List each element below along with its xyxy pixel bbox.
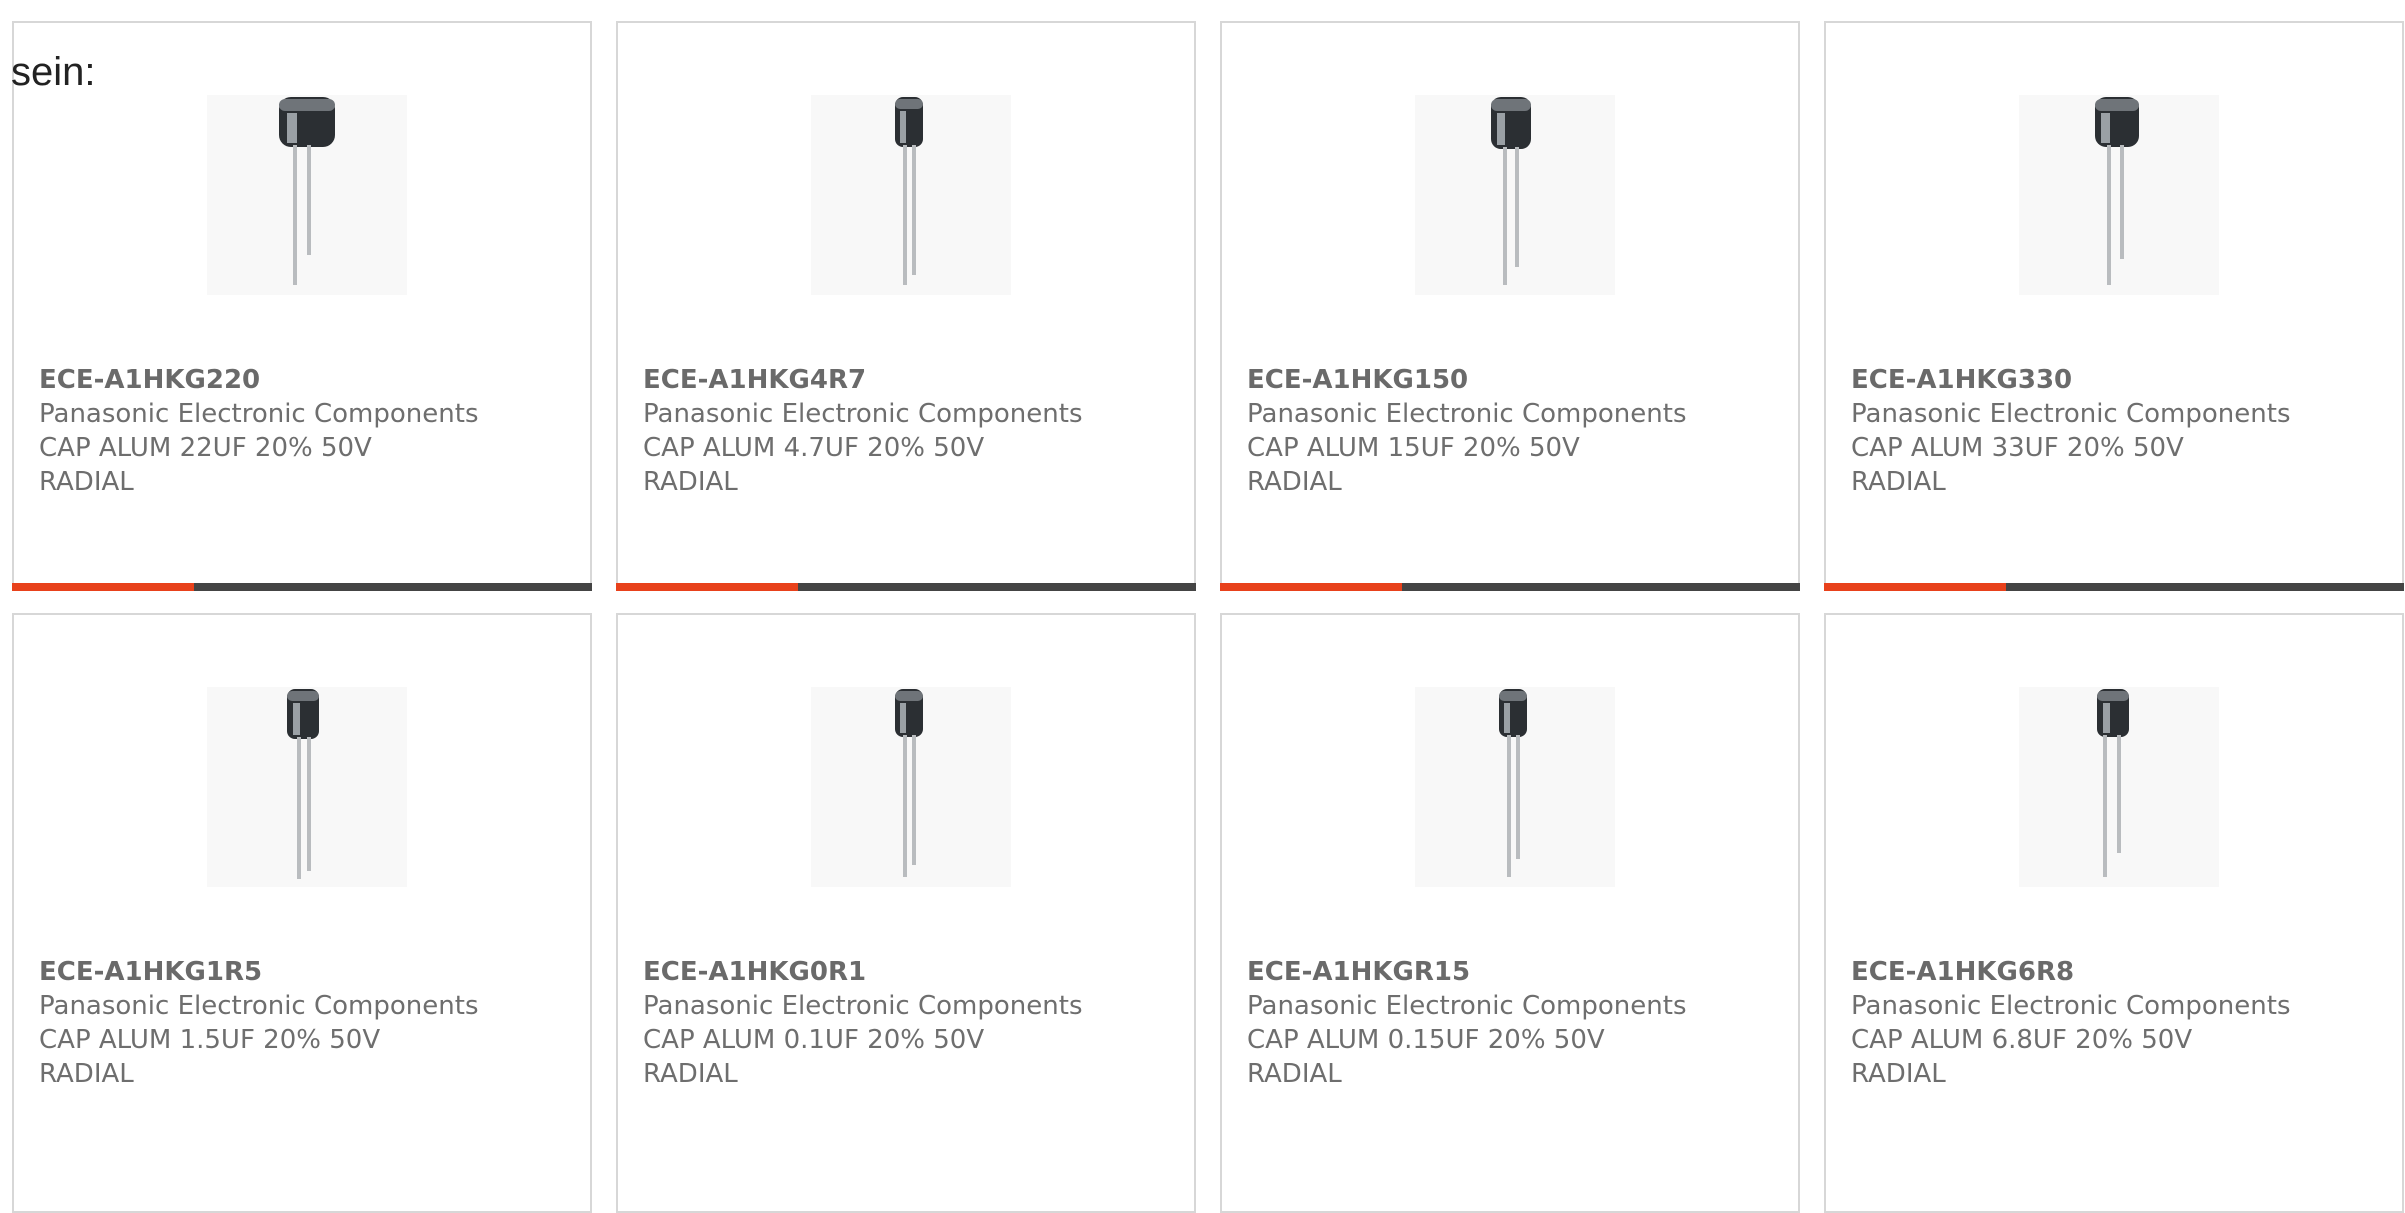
description: CAP ALUM 22UF 20% 50V: [39, 433, 372, 463]
product-card[interactable]: ECE-A1HKGR15 Panasonic Electronic Compon…: [1220, 613, 1800, 1213]
card-bottom-bar: [1824, 583, 2404, 591]
package: RADIAL: [39, 1059, 134, 1089]
description: CAP ALUM 6.8UF 20% 50V: [1851, 1025, 2193, 1055]
card-accent-bar: [1220, 583, 1402, 591]
manufacturer: Panasonic Electronic Components: [39, 991, 479, 1021]
radial-capacitor-icon: [895, 97, 923, 285]
description: CAP ALUM 0.1UF 20% 50V: [643, 1025, 985, 1055]
product-image[interactable]: [1415, 687, 1615, 887]
manufacturer: Panasonic Electronic Components: [1247, 991, 1687, 1021]
radial-capacitor-icon: [2097, 689, 2129, 877]
package: RADIAL: [1247, 1059, 1342, 1089]
product-image[interactable]: [811, 95, 1011, 295]
card-bottom-bar: [12, 583, 592, 591]
product-info: ECE-A1HKGR15 Panasonic Electronic Compon…: [1247, 955, 1777, 1091]
product-info: ECE-A1HKG4R7 Panasonic Electronic Compon…: [643, 363, 1173, 499]
product-info: ECE-A1HKG150 Panasonic Electronic Compon…: [1247, 363, 1777, 499]
part-number-link[interactable]: ECE-A1HKGR15: [1247, 955, 1777, 989]
part-number-link[interactable]: ECE-A1HKG150: [1247, 363, 1777, 397]
intro-text: sein:: [11, 50, 96, 94]
manufacturer: Panasonic Electronic Components: [1851, 399, 2291, 429]
product-card[interactable]: ECE-A1HKG6R8 Panasonic Electronic Compon…: [1824, 613, 2404, 1213]
product-card[interactable]: ECE-A1HKG220 Panasonic Electronic Compon…: [12, 21, 592, 591]
product-image[interactable]: [2019, 95, 2219, 295]
package: RADIAL: [643, 1059, 738, 1089]
radial-capacitor-icon: [1499, 689, 1527, 877]
card-accent-bar: [1824, 583, 2006, 591]
product-image[interactable]: [2019, 687, 2219, 887]
product-card[interactable]: ECE-A1HKG0R1 Panasonic Electronic Compon…: [616, 613, 1196, 1213]
description: CAP ALUM 33UF 20% 50V: [1851, 433, 2184, 463]
product-image[interactable]: [207, 687, 407, 887]
product-card[interactable]: ECE-A1HKG150 Panasonic Electronic Compon…: [1220, 21, 1800, 591]
radial-capacitor-icon: [287, 689, 319, 879]
radial-capacitor-icon: [279, 97, 335, 285]
product-card[interactable]: ECE-A1HKG1R5 Panasonic Electronic Compon…: [12, 613, 592, 1213]
package: RADIAL: [643, 467, 738, 497]
product-info: ECE-A1HKG220 Panasonic Electronic Compon…: [39, 363, 569, 499]
product-image[interactable]: [1415, 95, 1615, 295]
part-number-link[interactable]: ECE-A1HKG220: [39, 363, 569, 397]
product-info: ECE-A1HKG330 Panasonic Electronic Compon…: [1851, 363, 2381, 499]
description: CAP ALUM 1.5UF 20% 50V: [39, 1025, 381, 1055]
product-image[interactable]: [811, 687, 1011, 887]
manufacturer: Panasonic Electronic Components: [1247, 399, 1687, 429]
product-image[interactable]: [207, 95, 407, 295]
part-number-link[interactable]: ECE-A1HKG330: [1851, 363, 2381, 397]
description: CAP ALUM 4.7UF 20% 50V: [643, 433, 985, 463]
manufacturer: Panasonic Electronic Components: [39, 399, 479, 429]
package: RADIAL: [1851, 467, 1946, 497]
radial-capacitor-icon: [895, 689, 923, 877]
description: CAP ALUM 15UF 20% 50V: [1247, 433, 1580, 463]
part-number-link[interactable]: ECE-A1HKG4R7: [643, 363, 1173, 397]
product-info: ECE-A1HKG1R5 Panasonic Electronic Compon…: [39, 955, 569, 1091]
part-number-link[interactable]: ECE-A1HKG1R5: [39, 955, 569, 989]
product-grid: ECE-A1HKG220 Panasonic Electronic Compon…: [12, 21, 2405, 1213]
product-info: ECE-A1HKG0R1 Panasonic Electronic Compon…: [643, 955, 1173, 1091]
card-bottom-bar: [616, 583, 1196, 591]
part-number-link[interactable]: ECE-A1HKG6R8: [1851, 955, 2381, 989]
card-accent-bar: [616, 583, 798, 591]
package: RADIAL: [1851, 1059, 1946, 1089]
package: RADIAL: [39, 467, 134, 497]
package: RADIAL: [1247, 467, 1342, 497]
radial-capacitor-icon: [2095, 97, 2139, 285]
description: CAP ALUM 0.15UF 20% 50V: [1247, 1025, 1605, 1055]
card-bottom-bar: [1220, 583, 1800, 591]
manufacturer: Panasonic Electronic Components: [643, 399, 1083, 429]
part-number-link[interactable]: ECE-A1HKG0R1: [643, 955, 1173, 989]
manufacturer: Panasonic Electronic Components: [643, 991, 1083, 1021]
product-info: ECE-A1HKG6R8 Panasonic Electronic Compon…: [1851, 955, 2381, 1091]
card-accent-bar: [12, 583, 194, 591]
manufacturer: Panasonic Electronic Components: [1851, 991, 2291, 1021]
product-card[interactable]: ECE-A1HKG4R7 Panasonic Electronic Compon…: [616, 21, 1196, 591]
radial-capacitor-icon: [1491, 97, 1531, 285]
product-card[interactable]: ECE-A1HKG330 Panasonic Electronic Compon…: [1824, 21, 2404, 591]
